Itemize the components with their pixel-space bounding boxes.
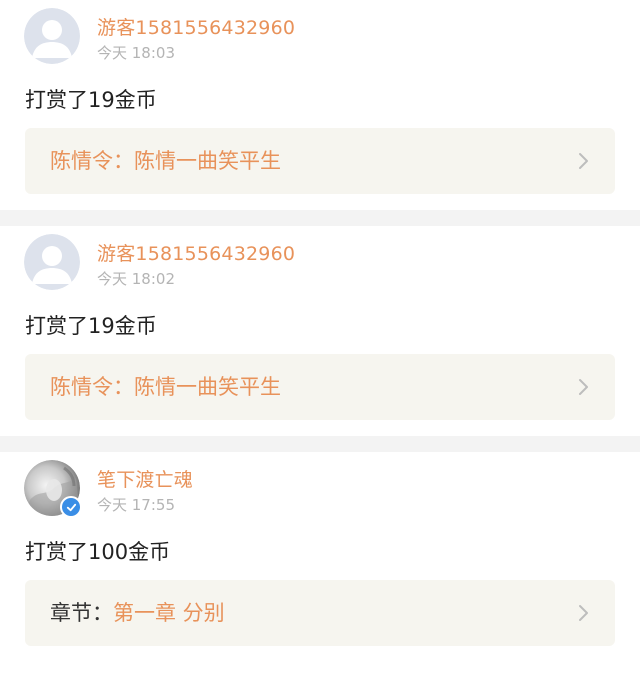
avatar[interactable] [24, 460, 82, 518]
feed-item: 游客1581556432960 今天 18:03 打赏了19金币 陈情令：陈情一… [0, 0, 640, 210]
reference-title: 陈情一曲笑平生 [134, 149, 281, 173]
timestamp: 今天 18:02 [97, 270, 175, 288]
reward-action-text: 打赏了19金币 [25, 314, 157, 338]
reward-feed: 游客1581556432960 今天 18:03 打赏了19金币 陈情令：陈情一… [0, 0, 640, 675]
avatar[interactable] [24, 234, 80, 290]
chevron-right-icon [579, 605, 588, 621]
chevron-right-icon [579, 153, 588, 169]
timestamp: 今天 18:03 [97, 44, 175, 62]
reference-text: 章节：第一章 分别 [50, 580, 225, 646]
reference-text: 陈情令：陈情一曲笑平生 [50, 128, 281, 194]
reference-title: 第一章 分别 [113, 601, 225, 625]
reference-card[interactable]: 章节：第一章 分别 [25, 580, 615, 646]
reference-label: 章节： [50, 601, 113, 625]
reference-card[interactable]: 陈情令：陈情一曲笑平生 [25, 128, 615, 194]
chevron-right-icon [579, 379, 588, 395]
reference-label: 陈情令： [50, 375, 134, 399]
feed-item: 笔下渡亡魂 今天 17:55 打赏了100金币 章节：第一章 分别 [0, 452, 640, 662]
item-separator [0, 436, 640, 452]
reference-text: 陈情令：陈情一曲笑平生 [50, 354, 281, 420]
reward-action-text: 打赏了100金币 [25, 540, 171, 564]
feed-item: 游客1581556432960 今天 18:02 打赏了19金币 陈情令：陈情一… [0, 226, 640, 436]
reward-action-text: 打赏了19金币 [25, 88, 157, 112]
username[interactable]: 笔下渡亡魂 [97, 465, 193, 492]
item-separator [0, 210, 640, 226]
default-avatar-icon [24, 234, 80, 290]
avatar[interactable] [24, 8, 80, 64]
default-avatar-icon [24, 8, 80, 64]
reference-card[interactable]: 陈情令：陈情一曲笑平生 [25, 354, 615, 420]
timestamp: 今天 17:55 [97, 496, 175, 514]
reference-title: 陈情一曲笑平生 [134, 375, 281, 399]
username[interactable]: 游客1581556432960 [97, 239, 295, 266]
verified-check-icon [60, 496, 82, 518]
reference-label: 陈情令： [50, 149, 134, 173]
username[interactable]: 游客1581556432960 [97, 13, 295, 40]
